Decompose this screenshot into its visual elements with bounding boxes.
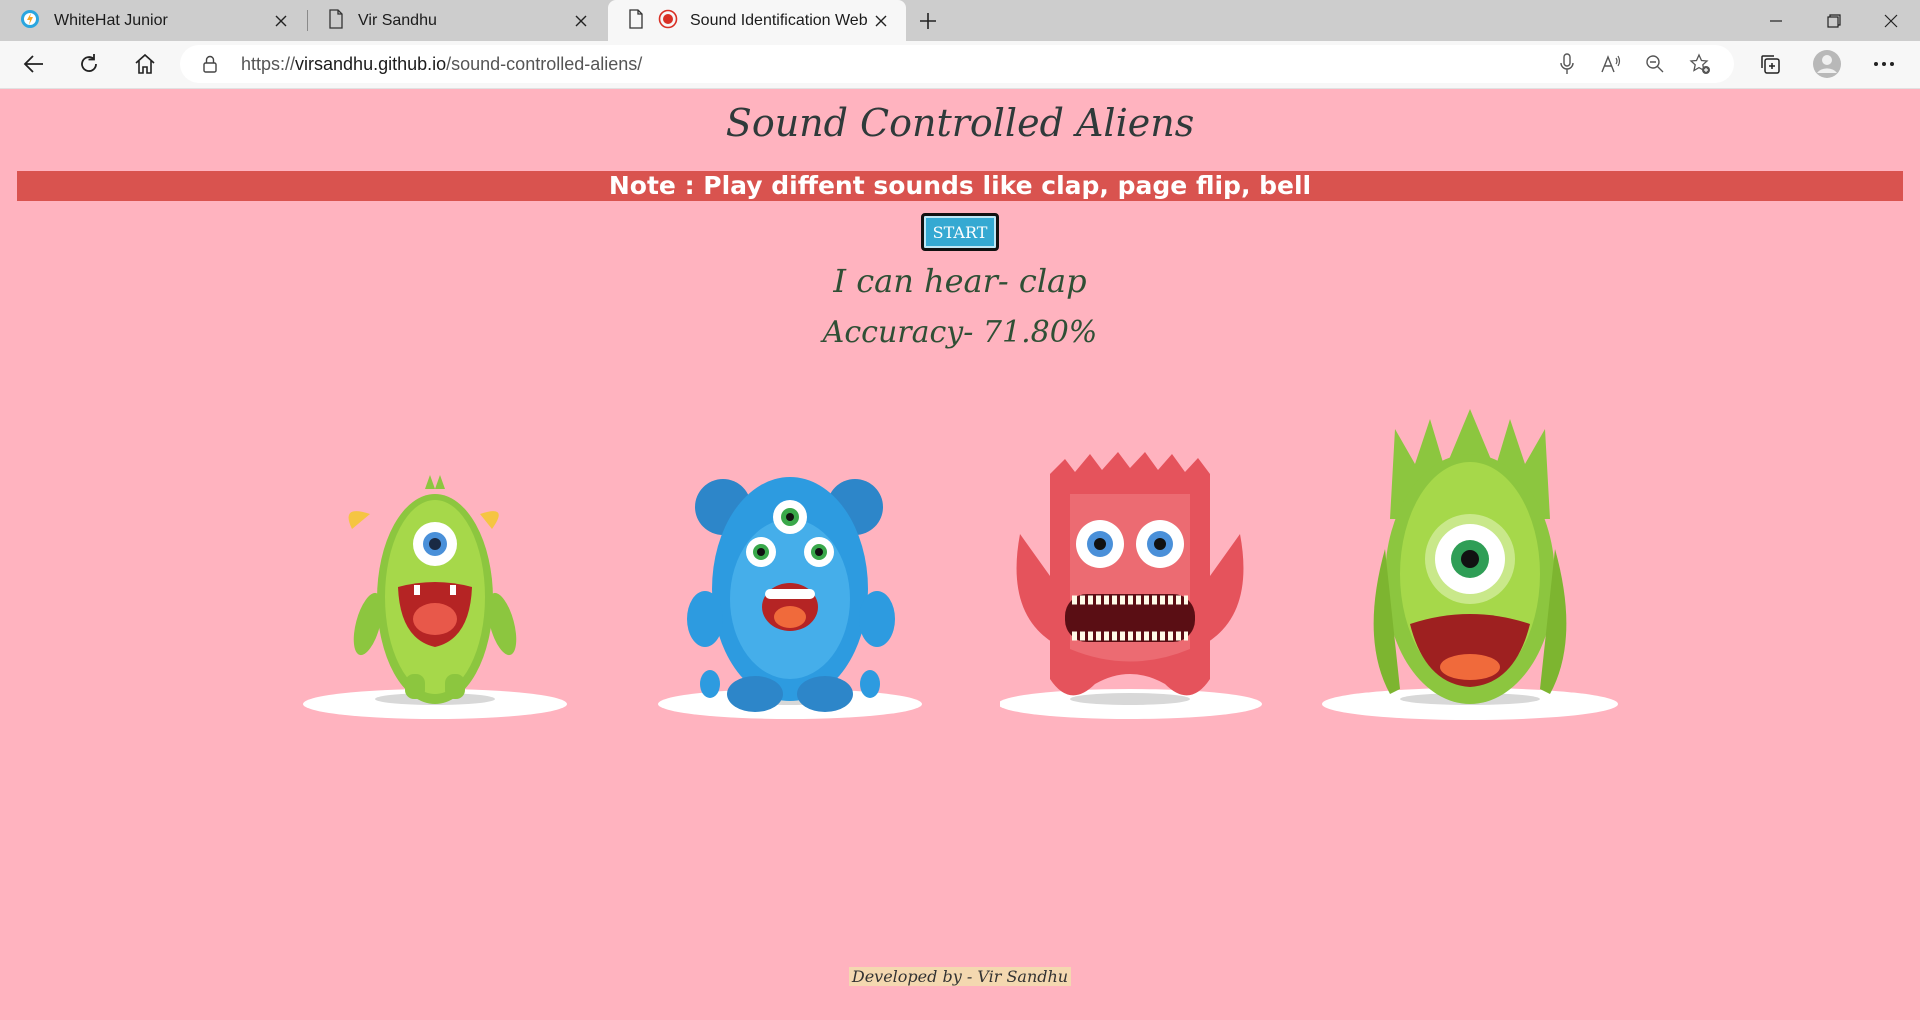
new-tab-button[interactable]: [912, 6, 944, 36]
red-furry-alien-image: [1000, 452, 1262, 719]
tall-green-cyclops-alien-image: [1322, 409, 1618, 720]
tab-sound-identification[interactable]: Sound Identification Web A: [608, 0, 906, 41]
profile-avatar[interactable]: [1809, 47, 1845, 81]
restore-button[interactable]: [1805, 0, 1863, 41]
url-text[interactable]: https://virsandhu.github.io/sound-contro…: [241, 45, 642, 83]
footer-text: Developed by - Vir Sandhu: [848, 967, 1072, 986]
detected-sound-label: I can hear- clap: [833, 262, 1087, 300]
blue-three-eyed-alien-image: [658, 477, 922, 719]
back-button[interactable]: [16, 47, 52, 81]
tab-whitehat-junior[interactable]: WhiteHat Junior: [0, 0, 306, 41]
lock-icon[interactable]: [202, 55, 218, 77]
page-title: Sound Controlled Aliens: [725, 101, 1195, 145]
whitehat-favicon-icon: [20, 9, 40, 33]
close-icon[interactable]: [270, 10, 292, 32]
zoom-out-icon[interactable]: [1638, 47, 1672, 81]
address-bar[interactable]: https://virsandhu.github.io/sound-contro…: [180, 45, 1734, 83]
start-button[interactable]: START: [921, 213, 999, 251]
add-favorite-icon[interactable]: [1683, 47, 1717, 81]
page-icon: [628, 8, 644, 33]
page-content: Sound Controlled Aliens Note : Play diff…: [0, 89, 1920, 1020]
microphone-icon[interactable]: [1550, 47, 1584, 81]
url-path: /sound-controlled-aliens/: [446, 54, 643, 74]
browser-toolbar: https://virsandhu.github.io/sound-contro…: [0, 41, 1920, 89]
close-icon[interactable]: [870, 10, 892, 32]
tab-strip: WhiteHat Junior Vir Sandhu Sound Identif…: [0, 0, 1920, 41]
tab-vir-sandhu[interactable]: Vir Sandhu: [308, 0, 606, 41]
note-banner: Note : Play diffent sounds like clap, pa…: [17, 171, 1903, 201]
footer-credit: Developed by - Vir Sandhu: [0, 967, 1920, 986]
read-aloud-icon[interactable]: [1594, 47, 1628, 81]
green-one-eyed-alien-image: [303, 475, 567, 719]
url-host: virsandhu.github.io: [295, 54, 447, 74]
recording-icon: [658, 9, 678, 33]
refresh-button[interactable]: [71, 47, 107, 81]
close-window-button[interactable]: [1862, 0, 1920, 41]
home-button[interactable]: [127, 47, 163, 81]
accuracy-label: Accuracy- 71.80%: [822, 315, 1098, 350]
tab-title: WhiteHat Junior: [54, 11, 168, 29]
more-options-icon[interactable]: [1866, 47, 1902, 81]
collections-icon[interactable]: [1752, 47, 1788, 81]
tab-title: Sound Identification Web A: [690, 11, 870, 29]
url-scheme: https://: [241, 54, 296, 74]
close-icon[interactable]: [570, 10, 592, 32]
tab-title: Vir Sandhu: [358, 11, 437, 29]
page-icon: [328, 8, 344, 33]
minimize-button[interactable]: [1747, 0, 1805, 41]
